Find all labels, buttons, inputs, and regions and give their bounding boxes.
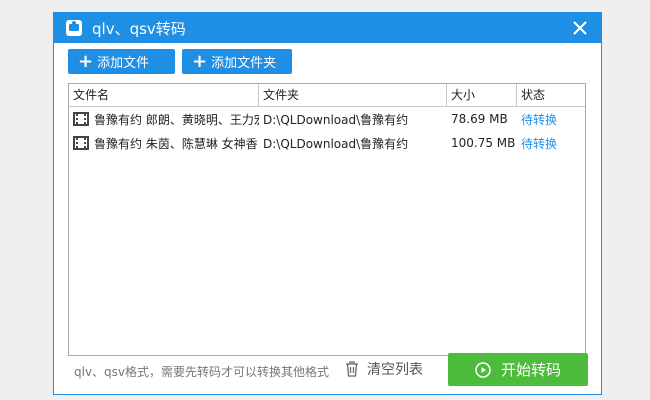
clear-list-label: 清空列表 [367, 362, 423, 378]
clear-list-button[interactable]: 清空列表 [345, 359, 423, 379]
table-header: 文件名 文件夹 大小 状态 [69, 84, 585, 107]
folder-cell: D:\QLDownload\鲁豫有约 [263, 112, 409, 127]
filename-text: 鲁豫有约 朱茵、陈慧琳 女神香 [94, 136, 258, 151]
add-folder-button[interactable]: + 添加文件夹 [182, 49, 292, 74]
filename-cell: 鲁豫有约 朱茵、陈慧琳 女神香 [69, 135, 259, 152]
size-cell: 78.69 MB [451, 112, 508, 126]
filename-cell: 鲁豫有约 郎朗、黄晓明、王力宏 [69, 111, 259, 128]
toolbar: + 添加文件 + 添加文件夹 [68, 49, 292, 74]
add-file-label: 添加文件 [97, 56, 150, 71]
format-hint: qlv、qsv格式，需要先转码才可以转换其他格式 [74, 365, 330, 379]
add-file-button[interactable]: + 添加文件 [68, 49, 175, 74]
column-header-size[interactable]: 大小 [447, 84, 517, 106]
table-row[interactable]: 鲁豫有约 朱茵、陈慧琳 女神香 D:\QLDownload\鲁豫有约 100.7… [69, 131, 585, 155]
table-row[interactable]: 鲁豫有约 郎朗、黄晓明、王力宏 D:\QLDownload\鲁豫有约 78.69… [69, 107, 585, 131]
size-cell: 100.75 MB [451, 136, 516, 150]
filename-text: 鲁豫有约 郎朗、黄晓明、王力宏 [94, 112, 259, 127]
video-file-icon [73, 112, 89, 126]
converter-window: qlv、qsv转码 + 添加文件 + 添加文件夹 文件名 文件夹 大小 状态 鲁… [53, 12, 602, 395]
plus-icon: + [192, 50, 208, 72]
play-circle-icon [475, 361, 491, 378]
title-bar: qlv、qsv转码 [54, 13, 601, 43]
start-convert-button[interactable]: 开始转码 [448, 353, 588, 386]
file-table: 文件名 文件夹 大小 状态 鲁豫有约 郎朗、黄晓明、王力宏 D:\QLDownl… [68, 83, 586, 356]
start-convert-label: 开始转码 [500, 361, 561, 379]
close-button[interactable] [569, 17, 591, 39]
status-cell[interactable]: 待转换 [517, 111, 585, 128]
column-header-folder[interactable]: 文件夹 [259, 84, 447, 106]
window-title: qlv、qsv转码 [92, 19, 186, 38]
column-header-status[interactable]: 状态 [517, 84, 585, 106]
video-file-icon [73, 136, 89, 150]
close-icon [573, 21, 587, 35]
plus-icon: + [78, 50, 94, 72]
status-cell[interactable]: 待转换 [517, 135, 585, 152]
folder-cell: D:\QLDownload\鲁豫有约 [263, 136, 409, 151]
column-header-filename[interactable]: 文件名 [69, 84, 259, 106]
app-icon [66, 20, 82, 36]
add-folder-label: 添加文件夹 [211, 56, 277, 71]
trash-icon [346, 361, 358, 377]
